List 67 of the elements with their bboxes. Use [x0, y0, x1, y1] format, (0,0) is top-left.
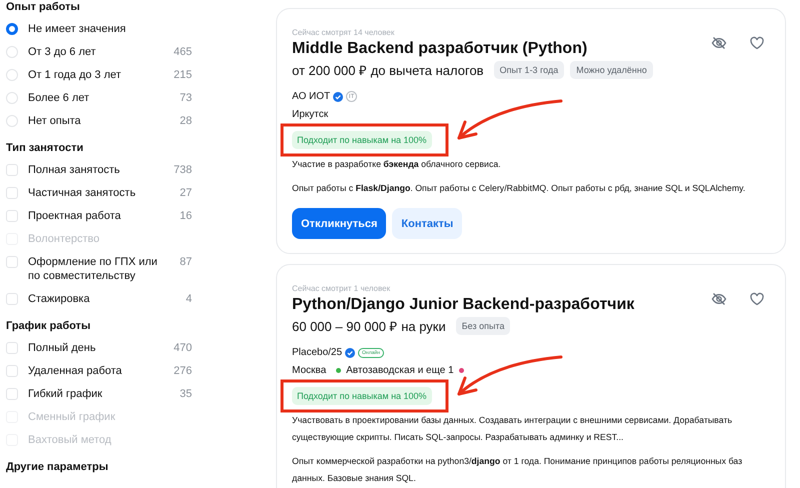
respond-button[interactable]: Откликнуться	[292, 208, 386, 239]
option-label: Гибкий график	[28, 387, 104, 401]
checkbox[interactable]	[6, 365, 18, 377]
skill-match-badge: Подходит по навыкам на 100%	[292, 387, 432, 405]
checkbox[interactable]	[6, 187, 18, 199]
checkbox[interactable]	[6, 388, 18, 400]
option-count: 73	[178, 91, 192, 105]
option-label: Нет опыта	[28, 114, 82, 128]
option-label: Более 6 лет	[28, 91, 90, 105]
option-count: 276	[172, 364, 192, 378]
option-label: Полный день	[28, 341, 97, 355]
option-label: Не имеет значения	[28, 22, 127, 36]
checkbox[interactable]	[6, 342, 18, 354]
salary: 60 000 – 90 000 ₽ на руки	[292, 318, 446, 335]
option-label: Оформление по ГПХ или по совместительству	[28, 255, 158, 283]
salary: от 200 000 ₽ до вычета налогов	[292, 62, 484, 79]
option-label: Сменный график	[28, 410, 116, 424]
option-count: 215	[172, 68, 192, 82]
heart-icon[interactable]	[749, 291, 765, 307]
option-label: Волонтерство	[28, 232, 100, 246]
option-count: 16	[178, 209, 192, 223]
vacancy-title[interactable]: Middle Backend разработчик (Python)	[292, 40, 588, 58]
description-text: Участвовать в проектировании базы данных. Создавать интеграции с внешними сервисами. Дорабатывать существующие скрипты. Писать SQL-запросы. Разрабатывать админку и REST...	[292, 414, 734, 444]
description-text: Опыт работы с Flask/Django. Опыт работы с Celery/RabbitMQ. Опыт работы с рбд, знание SQL и SQLAlchemy.	[292, 182, 746, 195]
description-text: Опыт коммерческой разработки на python3/django от 1 года. Понимание принципов работы реляционных баз данных. Базовые знания SQL.	[292, 455, 744, 485]
hide-icon[interactable]	[711, 35, 727, 51]
option-count: 4	[184, 292, 192, 306]
radio-button[interactable]	[6, 23, 18, 35]
option-count: 28	[178, 114, 192, 128]
vacancy-title[interactable]: Python/Django Junior Backend-разработчик	[292, 296, 634, 314]
checkbox[interactable]	[6, 164, 18, 176]
option-label: От 1 года до 3 лет	[28, 68, 122, 82]
description-text: Участие в разработке бэкенда облачного сервиса.	[292, 158, 502, 171]
heart-icon[interactable]	[749, 35, 765, 51]
option-count: 27	[178, 186, 192, 200]
option-count: 87	[178, 255, 192, 269]
filter-heading: Опыт работы	[6, 0, 81, 15]
company-name[interactable]: Placebo/25	[292, 347, 342, 358]
contacts-button[interactable]: Контакты	[392, 208, 462, 239]
hide-icon[interactable]	[711, 291, 727, 307]
option-label: Вахтовый метод	[28, 433, 112, 447]
tag: Опыт 1-3 года	[494, 61, 564, 79]
filter-heading: Другие параметры	[6, 460, 110, 475]
tag: Без опыта	[456, 317, 510, 335]
metro-station: Автозаводская и еще 1	[346, 365, 454, 376]
option-count: 35	[178, 387, 192, 401]
viewer-count: Сейчас смотрят 14 человек	[292, 28, 394, 37]
skill-match-badge: Подходит по навыкам на 100%	[292, 131, 432, 149]
option-count: 738	[172, 163, 192, 177]
option-label: Удаленная работа	[28, 364, 123, 378]
checkbox[interactable]	[6, 293, 18, 305]
checkbox[interactable]	[6, 210, 18, 222]
checkbox[interactable]	[6, 256, 18, 268]
company-name[interactable]: АО ИОТ	[292, 91, 330, 102]
option-label: От 3 до 6 лет	[28, 45, 97, 59]
option-count: 465	[172, 45, 192, 59]
city: Москва	[292, 365, 326, 376]
viewer-count: Сейчас смотрит 1 человек	[292, 284, 390, 293]
option-label: Полная занятость	[28, 163, 121, 177]
option-count: 470	[172, 341, 192, 355]
filter-heading: Тип занятости	[6, 141, 84, 156]
option-label: Стажировка	[28, 292, 91, 306]
filter-heading: График работы	[6, 319, 92, 334]
option-label: Частичная занятость	[28, 186, 137, 200]
city: Иркутск	[292, 109, 328, 120]
tag: Можно удалённо	[570, 61, 653, 79]
option-label: Проектная работа	[28, 209, 122, 223]
